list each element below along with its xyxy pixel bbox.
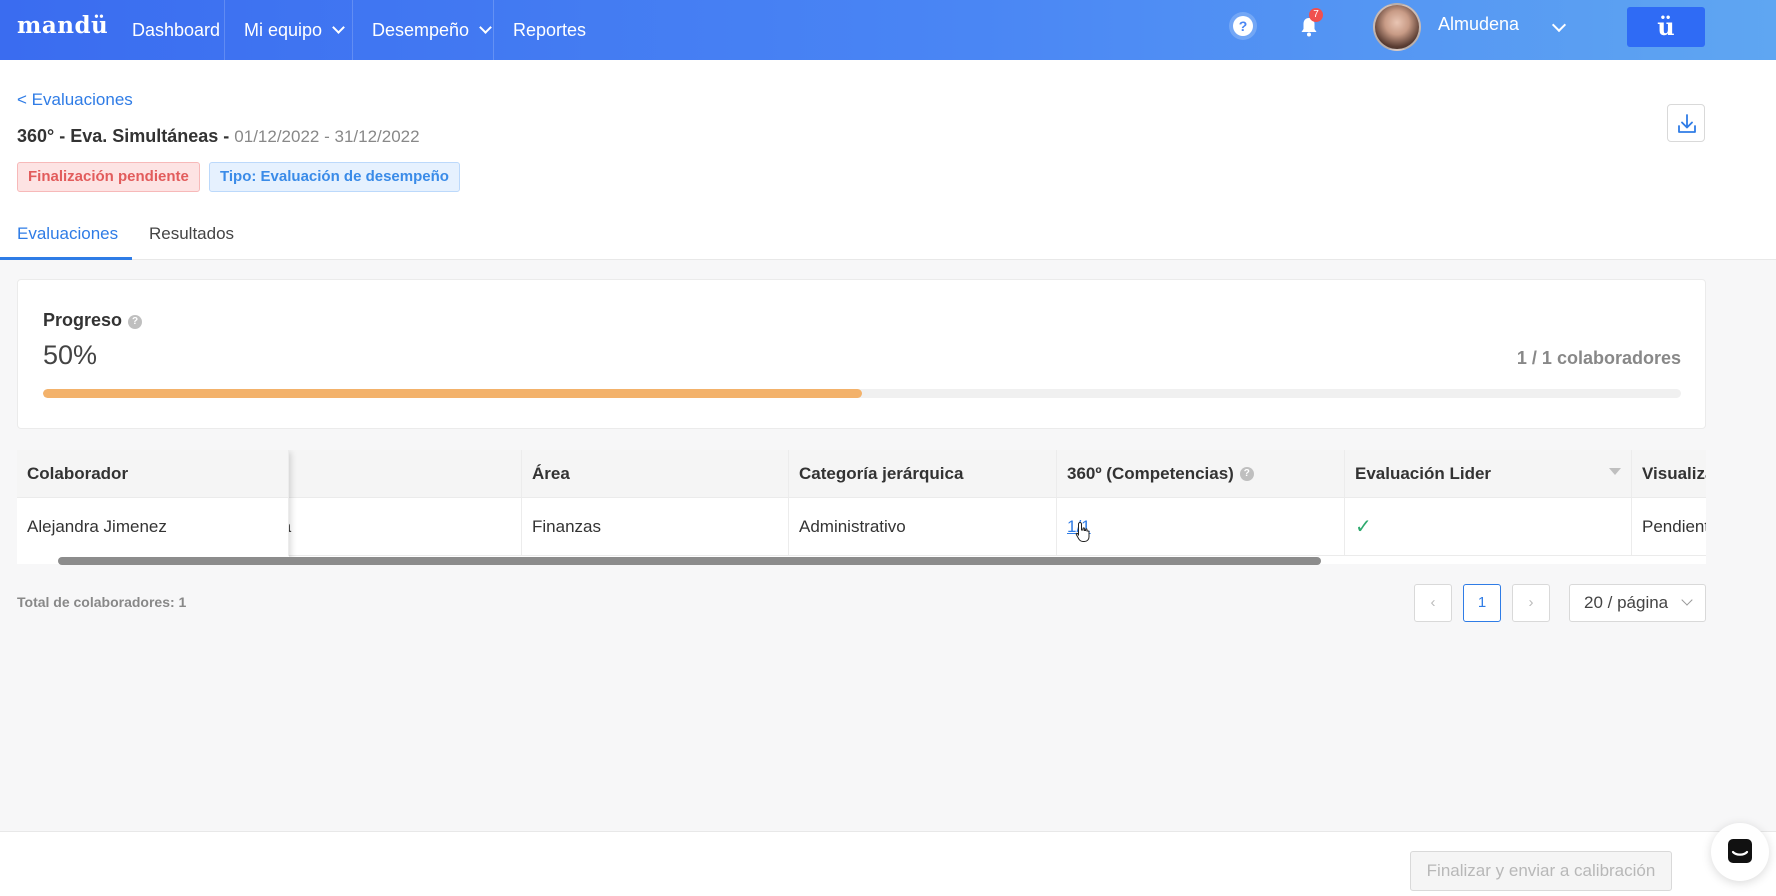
nav-divider	[352, 0, 353, 60]
nav-divider	[493, 0, 494, 60]
check-icon: ✓	[1355, 516, 1372, 538]
chevron-down-icon	[479, 21, 492, 34]
progress-label-text: Progreso	[43, 310, 123, 330]
nav-mi-equipo[interactable]: Mi equipo	[244, 0, 345, 60]
column-header-evaluacion-lider-label: Evaluación Lider	[1355, 463, 1492, 483]
progress-percent: 50%	[43, 340, 98, 370]
nav-divider	[224, 0, 225, 60]
cell-evaluacion-lider: ✓	[1345, 498, 1632, 555]
cell-categoria: Administrativo	[789, 498, 1057, 555]
column-header-visualizacion[interactable]: Visualiza	[1632, 450, 1706, 497]
help-icon[interactable]: ?	[1233, 16, 1253, 36]
column-header-competencias[interactable]: 360º (Competencias)?	[1057, 450, 1345, 497]
nav-reportes[interactable]: Reportes	[513, 0, 586, 60]
progress-bar-fill	[43, 389, 862, 398]
collaborators-table: o Área Categoría jerárquica 360º (Compet…	[17, 450, 1706, 564]
chevron-down-icon	[332, 21, 345, 34]
tab-resultados[interactable]: Resultados	[149, 224, 234, 244]
top-navbar: mandü Dashboard Mi equipo Desempeño Repo…	[0, 0, 1776, 60]
prev-page-button[interactable]: ‹	[1414, 584, 1452, 622]
page-size-select[interactable]: 20 / página	[1569, 584, 1706, 622]
status-badge-pending: Finalización pendiente	[17, 162, 200, 192]
page-size-value: 20 / página	[1584, 593, 1669, 612]
user-name[interactable]: Almudena	[1438, 14, 1519, 35]
chevron-down-icon[interactable]	[1551, 17, 1567, 33]
cell-competencias: 1/1	[1057, 498, 1345, 555]
cell-colaborador[interactable]: Alejandra Jimenez	[17, 498, 289, 556]
progress-label: Progreso?	[43, 310, 143, 331]
page-title: 360° - Eva. Simultáneas - 01/12/2022 - 3…	[17, 126, 420, 147]
cell-partial: ta	[267, 498, 522, 555]
column-header-evaluacion-lider[interactable]: Evaluación Lider	[1345, 450, 1632, 497]
cell-visualizacion: Pendient	[1642, 516, 1706, 536]
mandu-logo[interactable]: mandü	[17, 12, 108, 39]
column-header-competencias-label: 360º (Competencias)	[1067, 463, 1234, 483]
nav-desempeno[interactable]: Desempeño	[372, 0, 492, 60]
chat-button[interactable]	[1711, 823, 1769, 881]
horizontal-scrollbar[interactable]	[58, 557, 1321, 565]
filter-icon[interactable]	[1609, 468, 1621, 475]
finalize-button[interactable]: Finalizar y enviar a calibración	[1410, 851, 1672, 891]
chat-icon	[1728, 839, 1752, 863]
page-header: < Evaluaciones 360° - Eva. Simultáneas -…	[0, 60, 1776, 260]
page-title-text: 360° - Eva. Simultáneas -	[17, 126, 235, 146]
info-icon[interactable]: ?	[128, 315, 143, 329]
total-collaborators: Total de colaboradores: 1	[17, 594, 187, 610]
column-header-area[interactable]: Área	[522, 450, 789, 497]
footer-bar: Finalizar y enviar a calibración	[0, 831, 1776, 896]
nav-dashboard[interactable]: Dashboard	[132, 0, 220, 60]
fixed-column: Colaborador Alejandra Jimenez	[17, 450, 289, 564]
back-link[interactable]: < Evaluaciones	[17, 90, 133, 110]
hand-cursor-icon	[1075, 521, 1090, 542]
nav-desempeno-label: Desempeño	[372, 19, 470, 40]
download-button[interactable]	[1667, 104, 1705, 142]
progress-bar	[43, 389, 1681, 398]
brand-button[interactable]: ü	[1627, 7, 1705, 47]
cell-area: Finanzas	[522, 498, 789, 555]
info-icon[interactable]: ?	[1239, 466, 1254, 481]
column-header-categoria[interactable]: Categoría jerárquica	[789, 450, 1057, 497]
notification-badge: 7	[1309, 8, 1323, 22]
progress-card: Progreso? 50% 1 / 1 colaboradores	[17, 279, 1706, 429]
download-icon	[1678, 114, 1696, 133]
tab-evaluaciones[interactable]: Evaluaciones	[17, 224, 118, 244]
page-1-button[interactable]: 1	[1463, 584, 1501, 622]
active-tab-indicator	[0, 257, 132, 260]
nav-mi-equipo-label: Mi equipo	[244, 19, 323, 40]
column-header-partial[interactable]: o	[267, 450, 522, 497]
progress-count: 1 / 1 colaboradores	[1516, 348, 1681, 368]
column-header-colaborador[interactable]: Colaborador	[17, 450, 289, 498]
avatar[interactable]	[1373, 3, 1421, 51]
page-dates: 01/12/2022 - 31/12/2022	[234, 127, 420, 146]
type-badge: Tipo: Evaluación de desempeño	[209, 162, 460, 192]
next-page-button[interactable]: ›	[1512, 584, 1550, 622]
chevron-down-icon	[1681, 594, 1693, 606]
